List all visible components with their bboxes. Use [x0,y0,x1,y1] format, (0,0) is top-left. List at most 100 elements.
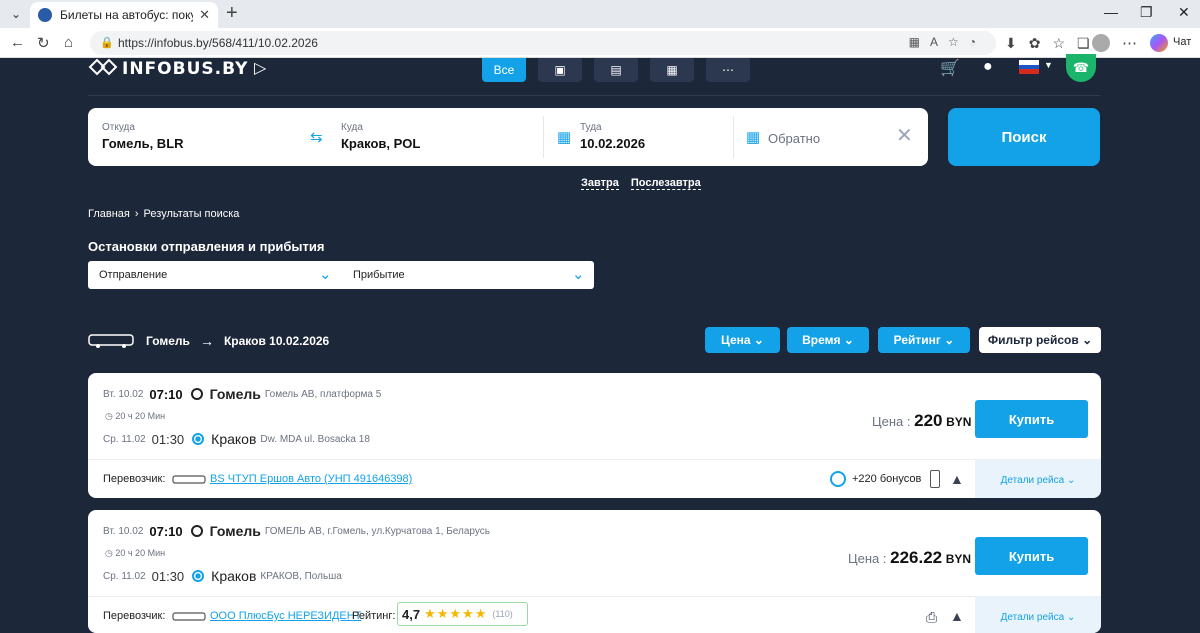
buy-button[interactable]: Купить [975,400,1088,438]
from-label: Откуда [102,122,135,133]
url-field[interactable]: 🔒 https://infobus.by/568/411/10.02.2026 … [90,31,996,55]
arrival-chevron-icon[interactable]: ⌄ [572,265,585,283]
arrival-stop-icon [192,570,205,582]
departure-day: Вт. 10.02 [103,525,144,537]
stops-title: Остановки отправления и прибытия [88,239,325,254]
from-value[interactable]: Гомель, BLR [102,136,184,151]
mode-all-button[interactable]: Все [482,58,526,82]
arrival-city: Краков [211,568,257,584]
arrival-time: 01:30 [151,431,185,447]
warning-icon[interactable]: ▲ [950,608,964,624]
browser-tab[interactable]: Билеты на автобус: покупай, зак ✕ [30,2,218,28]
russian-flag-icon[interactable] [1019,60,1039,74]
arrival-city: Краков [211,431,257,447]
rating-stars-icon: ★★★★★ [424,606,488,621]
trip-details-button[interactable]: Детали рейса ⌄ [975,597,1101,633]
to-label: Куда [341,122,363,133]
return-calendar-icon[interactable]: ▦ [746,128,760,146]
stops-selector: Отправление ⌄ Прибытие ⌄ [88,261,594,289]
departure-select[interactable]: Отправление [99,261,339,289]
arrival-station: Dw. MDA ul. Bosacka 18 [260,433,370,445]
carrier-rating[interactable]: 4,7 ★★★★★ (110) [397,602,528,626]
support-headset-icon[interactable]: ☎ [1066,54,1096,82]
close-window-icon[interactable]: ✕ [1178,4,1190,21]
to-value[interactable]: Краков, POL [341,136,420,151]
buy-button[interactable]: Купить [975,537,1088,575]
app-store-icons[interactable]: ▷ [254,58,274,78]
restore-icon[interactable]: ❐ [1140,4,1153,21]
trip-card: Вт. 10.02 07:10 Гомель ГОМЕЛЬ АВ, г.Гоме… [88,510,1101,633]
arrival-select[interactable]: Прибытие [353,261,583,289]
arrival-time: 01:30 [151,568,185,584]
bonus-info: +220 бонусов [830,471,921,487]
bus-mode-icon[interactable]: ▣ [538,58,582,82]
site-logo[interactable]: INFOBUS.BY [88,58,248,79]
rating-count: (110) [492,609,513,619]
user-icon[interactable]: ● [983,58,993,76]
bus-icon [88,334,134,348]
sort-rating-button[interactable]: Рейтинг ⌄ [878,327,970,353]
copilot-icon[interactable] [1150,34,1168,52]
minimize-icon[interactable]: — [1104,4,1118,20]
trip-summary: Вт. 10.02 07:10 Гомель ГОМЕЛЬ АВ, г.Гоме… [88,510,1101,596]
sort-time-button[interactable]: Время ⌄ [787,327,869,353]
carrier-link[interactable]: ВS ЧТУП Ершов Авто (УНП 491646398) [210,473,412,485]
tab-list-icon[interactable]: ⌄ [6,4,26,24]
calendar-icon[interactable]: ▦ [557,128,571,146]
more-menu-icon[interactable]: ⋯ [1122,34,1137,52]
extensions-icon[interactable]: ⬇✿☆❏ [1005,35,1102,52]
departure-city: Гомель [209,523,261,539]
trip-footer: Перевозчик: ВS ЧТУП Ершов Авто (УНП 4916… [88,459,1101,498]
search-form: Откуда Гомель, BLR ⇆ Куда Краков, POL ▦ … [88,108,928,166]
return-date-field[interactable]: Обратно [768,131,820,146]
sort-price-button[interactable]: Цена ⌄ [705,327,780,353]
arrival-stop-icon [192,433,205,445]
close-tab-icon[interactable]: ✕ [199,7,210,23]
search-button[interactable]: Поиск [948,108,1100,166]
clear-return-icon[interactable]: ✕ [896,126,913,146]
new-tab-icon[interactable]: + [226,3,238,23]
carrier-link[interactable]: ООО ПлюсБус НЕРЕЗИДЕНТ [210,610,361,622]
site-info-icon[interactable]: 🔒 [100,36,114,49]
train-mode-icon[interactable]: ▤ [594,58,638,82]
breadcrumb-home[interactable]: Главная [88,208,130,220]
date-label: Туда [580,122,602,133]
address-bar-actions-icon[interactable]: ▦A☆◔ [909,35,986,49]
trip-footer: Перевозчик: ООО ПлюсБус НЕРЕЗИДЕНТ Рейти… [88,596,1101,633]
infobus-favicon-icon [38,8,52,22]
arrival-day: Ср. 11.02 [103,570,146,582]
departure-city: Гомель [209,386,261,402]
date-value[interactable]: 10.02.2026 [580,136,645,151]
swap-icon[interactable]: ⇆ [310,128,323,146]
trip-details-button[interactable]: Детали рейса ⌄ [975,460,1101,498]
arrival-station: КРАКОВ, Польша [260,570,342,582]
to-field[interactable]: Куда Краков, POL [341,108,531,166]
day-after-tomorrow-link[interactable]: Послезавтра [630,177,701,190]
date-field[interactable]: Туда 10.02.2026 [580,108,730,166]
chat-label[interactable]: Чат [1173,36,1191,48]
more-modes-icon[interactable]: ⋯ [706,58,750,82]
google-play-icon[interactable]: ▷ [254,60,274,77]
from-field[interactable]: Откуда Гомель, BLR [102,108,302,166]
carrier-bus-icon [172,475,206,484]
trip-price: Цена : 220 BYN [872,411,972,430]
language-chevron-icon[interactable]: ▼ [1044,60,1053,70]
carrier-label: Перевозчик: [103,610,166,622]
arrival-row: Ср. 11.02 01:30 Краков Dw. MDA ul. Bosac… [103,431,370,447]
calendar-mode-icon[interactable]: ▦ [650,58,694,82]
mobile-ticket-icon [930,470,940,488]
tab-title: Билеты на автобус: покупай, зак [60,8,193,22]
cart-icon[interactable]: 🛒 [940,58,960,78]
warning-icon[interactable]: ▲ [950,471,964,487]
logo-mark-icon [88,58,118,76]
breadcrumb: Главная › Результаты поиска [88,208,239,220]
departure-chevron-icon[interactable]: ⌄ [319,265,332,283]
tomorrow-link[interactable]: Завтра [581,177,619,190]
home-icon[interactable]: ⌂ [64,34,73,51]
reload-icon[interactable]: ↻ [37,34,50,52]
trip-duration: ◷ 20 ч 20 Мин [105,548,166,558]
profile-avatar[interactable] [1092,34,1110,52]
filter-trips-button[interactable]: Фильтр рейсов ⌄ [979,327,1101,353]
back-icon[interactable]: ← [10,34,25,51]
departure-stop-icon [190,388,203,400]
